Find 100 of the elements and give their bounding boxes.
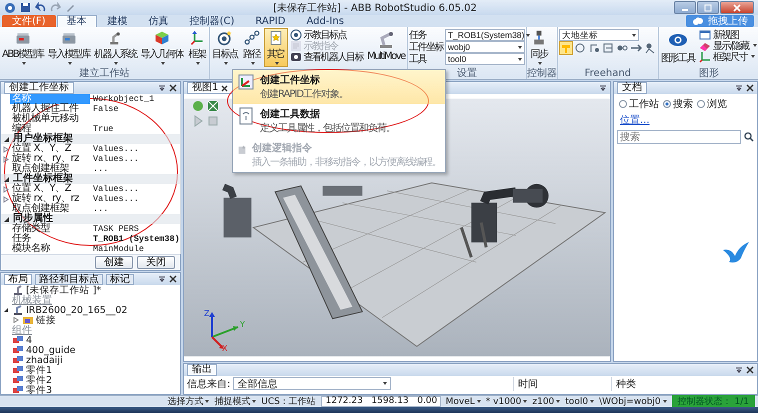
panel-tab[interactable]: 布局 <box>4 274 32 284</box>
tree-item[interactable]: zhadaiji <box>26 354 63 366</box>
ribbon-button[interactable]: 新视图 <box>698 29 758 40</box>
scrollbar[interactable] <box>180 94 181 254</box>
ribbon-button[interactable]: 路径 <box>240 28 264 67</box>
panel-tab[interactable]: 标记 <box>106 274 134 284</box>
property-name[interactable]: 编程 <box>10 124 90 134</box>
ribbon-button[interactable]: 框架尺寸 <box>698 51 758 62</box>
group-header[interactable]: 用户坐标框架 <box>1 134 180 144</box>
property-name[interactable]: 任务 <box>10 234 90 244</box>
view-tab[interactable]: 视图1 <box>187 82 234 94</box>
location-link[interactable]: 位置... <box>620 113 650 127</box>
collapse-arrow-icon[interactable] <box>3 216 10 222</box>
tree-item[interactable]: 零件1 <box>26 364 52 376</box>
search-field[interactable]: 搜索 <box>617 130 741 144</box>
radio-label[interactable]: 浏览 <box>707 97 727 111</box>
status-dropdown[interactable]: \WObj=wobj0 <box>599 396 667 406</box>
tree-item[interactable]: 链接 <box>36 314 56 326</box>
status-dropdown[interactable]: MoveL <box>446 396 481 406</box>
ribbon-tab[interactable]: 建模 <box>98 15 138 27</box>
dialog-button[interactable]: 创建 <box>95 256 133 269</box>
property-name[interactable]: 旋转 rx、ry、rz <box>10 154 90 164</box>
collapse-arrow-icon[interactable] <box>3 307 9 313</box>
pin-icon[interactable] <box>158 275 166 283</box>
expand-arrow-icon[interactable] <box>2 186 8 192</box>
expand-arrow-icon[interactable] <box>2 196 8 202</box>
column-header[interactable]: 种类 <box>611 376 706 390</box>
ribbon-tab[interactable]: 基本 <box>56 15 97 27</box>
status-dropdown[interactable]: 捕捉模式 <box>214 395 256 408</box>
panel-tab[interactable]: 路径和目标点 <box>35 274 103 284</box>
group-header[interactable]: 同步属性 <box>1 214 180 224</box>
close-icon[interactable] <box>221 84 228 92</box>
property-name[interactable]: 取点创建框架 <box>10 164 90 174</box>
ribbon-button[interactable]: 其它 <box>264 28 288 67</box>
expand-arrow-icon[interactable] <box>2 156 8 162</box>
dropdown-field[interactable]: wobj0 <box>444 41 525 53</box>
ribbon-button[interactable]: ABB模型库 <box>0 28 46 67</box>
radio-button[interactable] <box>697 100 705 108</box>
expand-arrow-icon[interactable] <box>13 317 19 323</box>
close-button[interactable] <box>720 1 754 14</box>
close-icon[interactable] <box>169 275 177 283</box>
status-dropdown[interactable]: * v1000 <box>486 396 528 406</box>
menu-item[interactable]: 创建工件坐标 创建RAPID工作对象。 <box>233 70 445 104</box>
pin-icon[interactable] <box>735 84 743 92</box>
ribbon-button[interactable]: MultiMove <box>365 28 407 67</box>
property-name[interactable]: 位置 X、Y、Z <box>10 144 90 154</box>
pin-icon[interactable] <box>158 84 166 92</box>
property-name[interactable]: 被机械单元移动 <box>10 114 90 124</box>
maximize-button[interactable] <box>697 1 719 14</box>
tree-item[interactable]: IRB2600_20_165__02 <box>26 304 128 316</box>
ribbon-button[interactable]: 同步 <box>526 28 551 67</box>
ribbon-button[interactable]: 目标点 <box>210 28 240 67</box>
close-icon[interactable] <box>746 366 754 374</box>
undo-icon[interactable] <box>35 2 46 13</box>
search-icon[interactable] <box>744 132 754 142</box>
status-dropdown[interactable]: 选择方式 <box>167 395 210 408</box>
close-icon[interactable] <box>169 84 177 92</box>
expand-arrow-icon[interactable] <box>2 146 8 152</box>
ribbon-button[interactable]: 显示/隐藏 <box>698 40 758 51</box>
property-name[interactable]: 模块名称 <box>10 244 90 254</box>
ribbon-tab[interactable]: 控制器(C) <box>180 15 244 27</box>
pin-icon[interactable] <box>735 366 743 374</box>
tree-item[interactable]: 零件3 <box>26 384 52 396</box>
column-header[interactable]: 时间 <box>513 376 608 390</box>
ribbon-tab[interactable]: RAPID <box>245 15 296 27</box>
dropdown-field[interactable]: tool0 <box>444 53 525 65</box>
rotate-tool-icon[interactable] <box>572 40 587 54</box>
tree-item[interactable]: 零件2 <box>26 374 52 386</box>
dropdown-field[interactable]: 大地坐标 <box>558 29 639 41</box>
radio-button[interactable] <box>619 100 627 108</box>
ribbon-button[interactable]: 查看机器人目标 <box>288 51 364 62</box>
property-name[interactable]: 旋转 rx、ry、rz <box>10 194 90 204</box>
property-name[interactable]: 位置 X、Y、Z <box>10 184 90 194</box>
ribbon-button[interactable]: 机器人系统 <box>92 28 139 67</box>
tree-item[interactable]: [未保存工作站 ]* <box>26 284 102 296</box>
ribbon-button[interactable]: 图形工具 <box>658 28 697 67</box>
ribbon-tab[interactable]: 仿真 <box>138 15 179 27</box>
tree-item[interactable]: 4 <box>26 334 32 346</box>
radio-button[interactable] <box>663 100 671 108</box>
minimize-button[interactable] <box>674 1 696 14</box>
close-icon[interactable] <box>746 84 754 92</box>
ribbon-button[interactable]: 导入模型库 <box>46 28 92 67</box>
radio-label[interactable]: 工作站 <box>629 97 659 111</box>
tree-item[interactable]: 400_guide <box>26 344 76 356</box>
group-header[interactable]: 工件坐标框架 <box>1 174 180 184</box>
grid-icon[interactable] <box>207 100 219 112</box>
collapse-arrow-icon[interactable] <box>3 176 10 182</box>
pin-icon[interactable] <box>599 84 607 92</box>
ribbon-button[interactable]: 示教目标点 <box>288 29 364 40</box>
radio-label[interactable]: 搜索 <box>673 97 693 111</box>
panel-tab[interactable]: 输出 <box>187 364 217 376</box>
ribbon-tab[interactable]: Add-Ins <box>296 15 354 27</box>
panel-tab[interactable]: 创建工作坐标 <box>4 82 74 94</box>
filter-dropdown[interactable]: 全部信息 <box>233 377 392 390</box>
ribbon-button[interactable]: 导入几何体 <box>138 28 186 67</box>
status-dropdown[interactable]: tool0 <box>565 396 594 406</box>
ribbon-button[interactable]: 框架 <box>185 28 210 67</box>
jog-tool-icon[interactable] <box>642 40 657 54</box>
frame-tool-icon[interactable] <box>600 40 615 54</box>
dialog-button[interactable]: 关闭 <box>137 256 175 269</box>
